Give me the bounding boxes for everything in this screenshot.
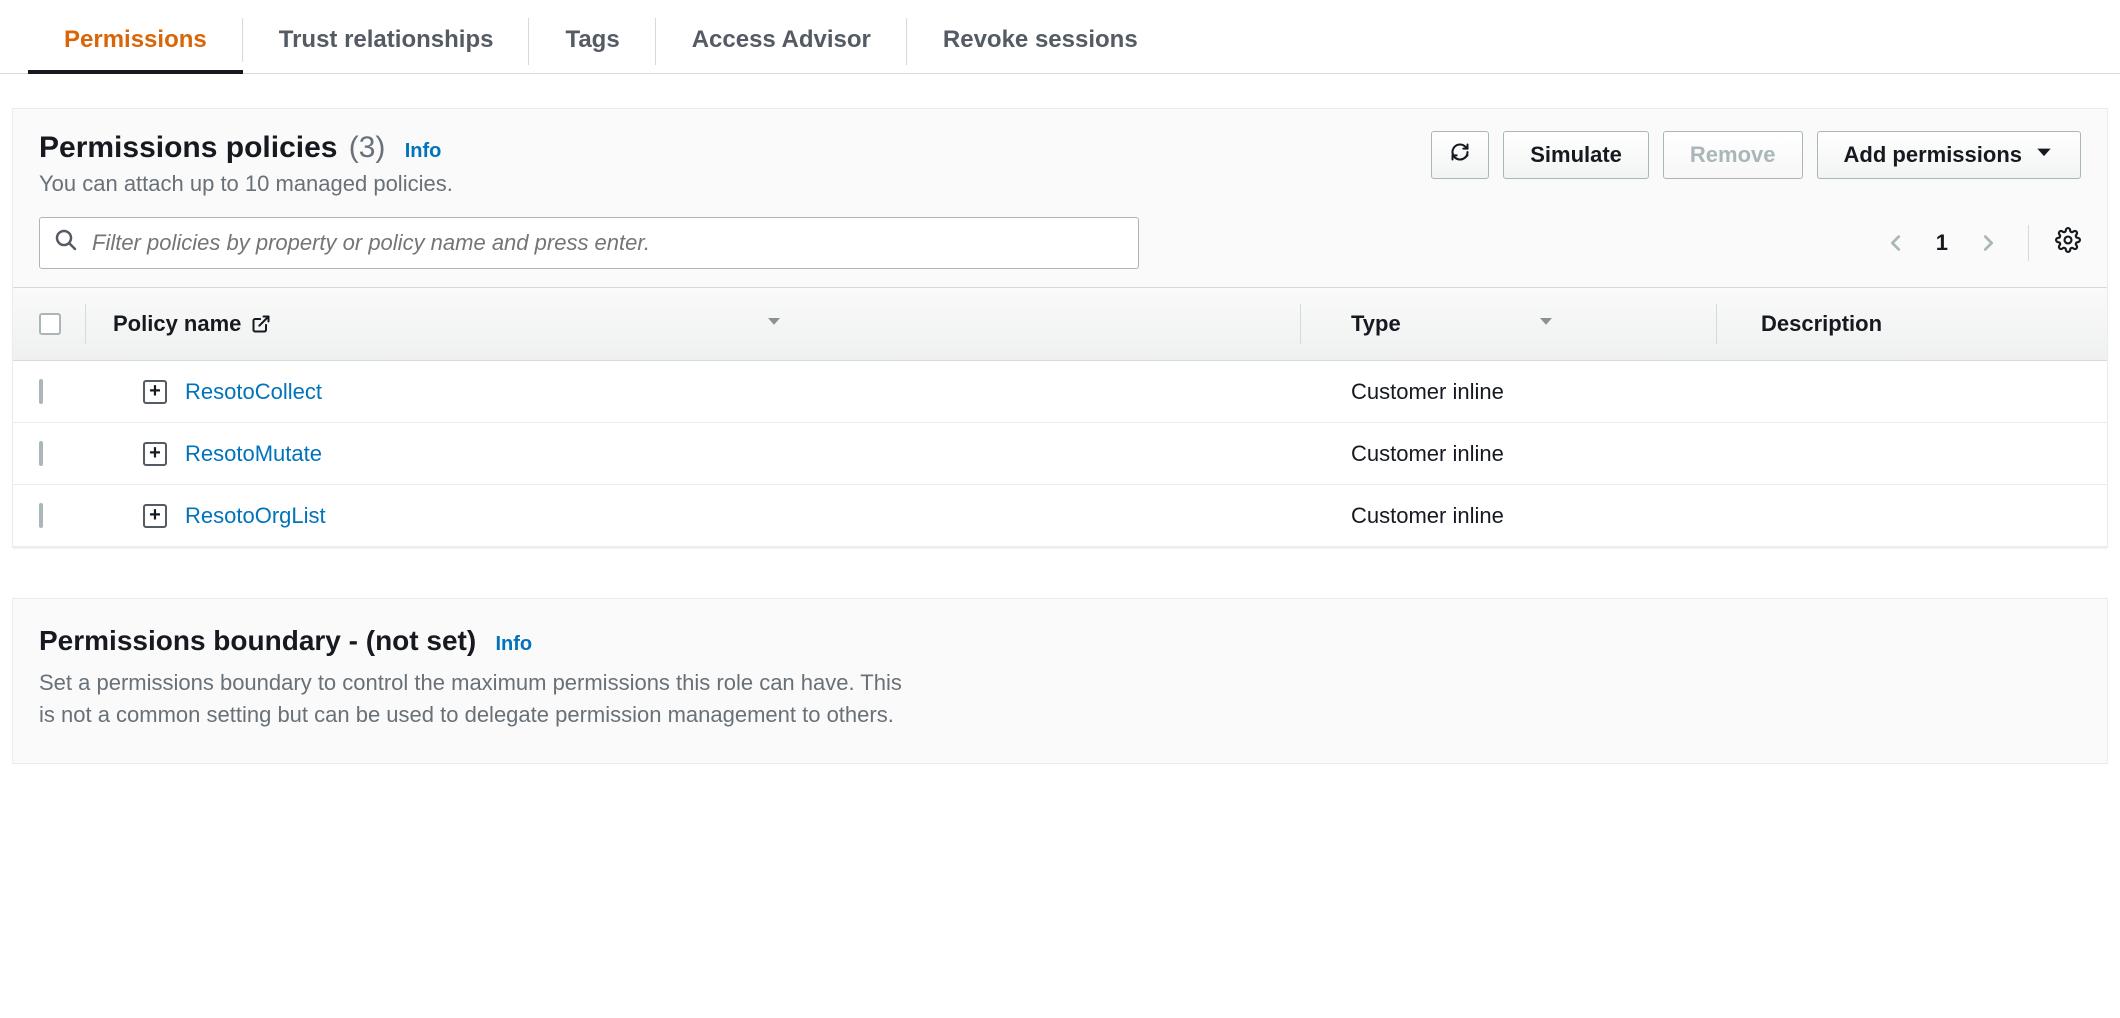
permissions-boundary-panel: Permissions boundary - (not set) Info Se… <box>12 598 2108 764</box>
tab-permissions[interactable]: Permissions <box>28 10 243 74</box>
refresh-button[interactable] <box>1431 131 1489 179</box>
tab-trust-relationships[interactable]: Trust relationships <box>243 10 530 73</box>
info-link[interactable]: Info <box>405 140 442 162</box>
table-row: + ResotoMutate Customer inline <box>13 423 2107 485</box>
panel-count: (3) <box>349 131 386 164</box>
tab-access-advisor[interactable]: Access Advisor <box>656 10 907 73</box>
sort-icon[interactable] <box>765 312 783 336</box>
boundary-title: Permissions boundary - (not set) <box>39 625 476 656</box>
expand-button[interactable]: + <box>143 380 167 404</box>
tab-tags[interactable]: Tags <box>529 10 655 73</box>
row-checkbox[interactable] <box>39 379 43 404</box>
table-row: + ResotoOrgList Customer inline <box>13 485 2107 547</box>
col-policy-name[interactable]: Policy name <box>113 311 241 337</box>
pagination: 1 <box>1882 225 2081 261</box>
expand-button[interactable]: + <box>143 442 167 466</box>
simulate-button[interactable]: Simulate <box>1503 131 1649 179</box>
add-permissions-button[interactable]: Add permissions <box>1817 131 2081 179</box>
external-link-icon <box>251 314 271 334</box>
policy-link[interactable]: ResotoCollect <box>185 379 322 405</box>
search-icon <box>54 228 78 258</box>
refresh-icon <box>1450 142 1470 168</box>
boundary-description: Set a permissions boundary to control th… <box>39 667 909 731</box>
tab-revoke-sessions[interactable]: Revoke sessions <box>907 10 1174 73</box>
policies-table-header: Policy name Type Description <box>13 287 2107 361</box>
caret-down-icon <box>2034 142 2054 168</box>
policy-type: Customer inline <box>1331 503 1741 529</box>
panel-title: Permissions policies <box>39 131 337 164</box>
permissions-policies-panel: Permissions policies (3) Info You can at… <box>12 108 2108 548</box>
sort-icon[interactable] <box>1537 312 1555 336</box>
page-number: 1 <box>1928 230 1956 256</box>
tabs-bar: Permissions Trust relationships Tags Acc… <box>0 0 2120 74</box>
policy-link[interactable]: ResotoOrgList <box>185 503 326 529</box>
select-all-checkbox[interactable] <box>39 313 61 335</box>
row-checkbox[interactable] <box>39 441 43 466</box>
policy-type: Customer inline <box>1331 441 1741 467</box>
panel-subtitle: You can attach up to 10 managed policies… <box>39 171 453 197</box>
expand-button[interactable]: + <box>143 504 167 528</box>
policy-search-input[interactable] <box>90 229 1124 257</box>
next-page-button <box>1974 229 2002 257</box>
policy-type: Customer inline <box>1331 379 1741 405</box>
prev-page-button <box>1882 229 1910 257</box>
remove-button: Remove <box>1663 131 1803 179</box>
policy-search[interactable] <box>39 217 1139 269</box>
table-row: + ResotoCollect Customer inline <box>13 361 2107 423</box>
col-description[interactable]: Description <box>1761 311 1882 337</box>
row-checkbox[interactable] <box>39 503 43 528</box>
settings-button[interactable] <box>2055 227 2081 259</box>
col-type[interactable]: Type <box>1351 311 1401 337</box>
gear-icon <box>2055 227 2081 259</box>
policy-link[interactable]: ResotoMutate <box>185 441 322 467</box>
info-link[interactable]: Info <box>495 633 532 655</box>
